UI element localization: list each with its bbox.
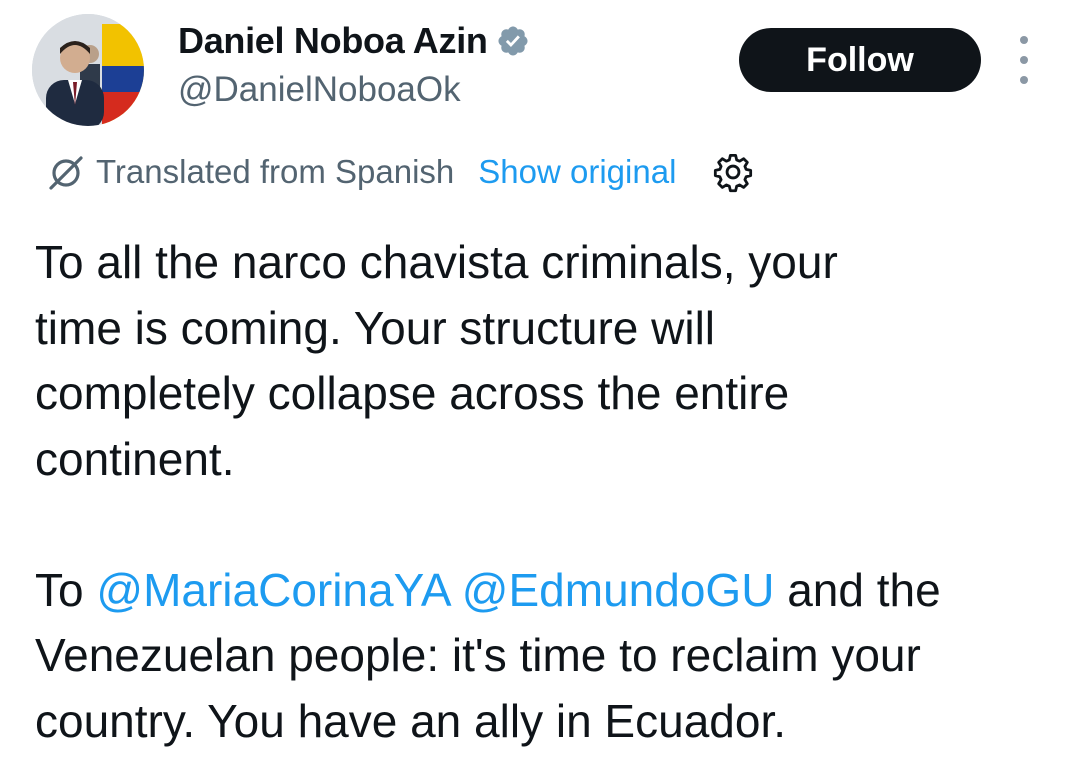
mention-edmundogu[interactable]: @EdmundoGU xyxy=(462,564,775,616)
user-info: Daniel Noboa Azin @DanielNoboaOk xyxy=(178,18,530,110)
more-dot xyxy=(1020,76,1028,84)
translation-bar: Translated from Spanish Show original xyxy=(46,146,754,198)
name-row: Daniel Noboa Azin xyxy=(178,18,530,64)
mention-separator xyxy=(449,564,462,616)
display-name[interactable]: Daniel Noboa Azin xyxy=(178,20,488,62)
tweet-paragraph-2: To @MariaCorinaYA @EdmundoGU and the Ven… xyxy=(35,558,1045,755)
more-dots-icon[interactable] xyxy=(1010,36,1038,84)
translate-icon xyxy=(46,152,86,192)
mention-mariacorinaya[interactable]: @MariaCorinaYA xyxy=(96,564,449,616)
follow-button[interactable]: Follow xyxy=(739,28,981,92)
user-handle[interactable]: @DanielNoboaOk xyxy=(178,70,530,110)
show-original-link[interactable]: Show original xyxy=(478,153,676,191)
verified-badge-icon[interactable] xyxy=(496,24,530,58)
avatar-image xyxy=(32,14,144,126)
avatar[interactable] xyxy=(32,14,144,126)
tweet-paragraph-1: To all the narco chavista criminals, you… xyxy=(35,236,838,485)
tweet-text: To all the narco chavista criminals, you… xyxy=(35,230,1045,754)
more-dot xyxy=(1020,56,1028,64)
paragraph-2-prefix: To xyxy=(35,563,97,616)
translated-from-label: Translated from Spanish xyxy=(96,153,455,190)
tweet-card: Daniel Noboa Azin @DanielNoboaOk Follow … xyxy=(0,0,1080,760)
more-dot xyxy=(1020,36,1028,44)
gear-icon[interactable] xyxy=(712,151,754,193)
